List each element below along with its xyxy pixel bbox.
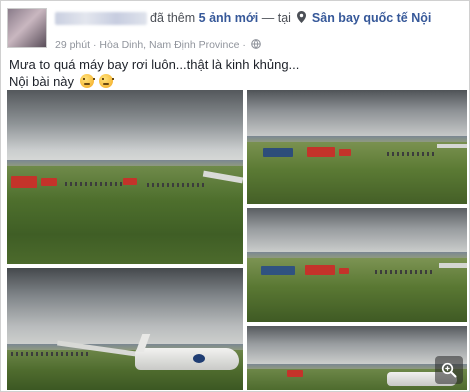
caption-line-2: Nội bài này [9,73,464,90]
fire-truck [123,178,137,185]
fire-truck [307,147,335,157]
fire-truck [41,178,57,186]
airplane-fuselage [135,348,239,370]
avatar[interactable] [7,8,47,48]
meta-dot: · [92,39,97,51]
photo-3[interactable] [247,208,467,322]
photo-2[interactable] [247,90,467,204]
map-pin-icon [297,11,307,23]
confounded-face-emoji-icon [99,74,115,88]
fire-truck [305,265,335,275]
caption-line-1: Mưa to quá máy bay rơi luôn...thật là ki… [9,57,300,72]
photo-1[interactable] [7,90,243,264]
photo-grid [7,90,467,390]
blue-truck [263,148,293,157]
facebook-post: đã thêm 5 ảnh mới — tại Sân bay quốc tế … [0,0,470,392]
post-time[interactable]: 29 phút [55,39,90,51]
post-place[interactable]: Hòa Dinh, Nam Định Province [99,39,239,51]
confounded-face-emoji-icon [79,74,95,88]
photo-count-link[interactable]: 5 ảnh mới [199,11,259,25]
post-header: đã thêm 5 ảnh mới — tại Sân bay quốc tế … [5,5,467,55]
meta-dot: · [242,39,246,51]
caption-line-2-text: Nội bài này [9,74,75,89]
magnifier-zoom-icon [441,362,457,378]
photo-sky [7,90,243,164]
photo-4[interactable] [7,268,243,390]
zoom-button[interactable] [435,356,463,384]
fire-truck [339,149,351,156]
photo-5[interactable] [247,326,467,390]
fire-truck [11,176,37,188]
globe-icon[interactable] [250,39,261,49]
post-caption: Mưa to quá máy bay rơi luôn...thật là ki… [9,56,464,90]
fire-truck [287,370,303,377]
location-separator: — tại [261,11,291,25]
action-text: đã thêm [150,11,196,25]
location-link[interactable]: Sân bay quốc tế Nội [312,11,431,25]
blue-truck [261,266,295,275]
fire-truck [339,268,349,274]
post-meta: 29 phút · Hòa Dinh, Nam Định Province · [55,39,261,51]
post-action-line: đã thêm 5 ảnh mới — tại Sân bay quốc tế … [150,11,431,25]
blurred-author-name[interactable] [55,12,147,25]
